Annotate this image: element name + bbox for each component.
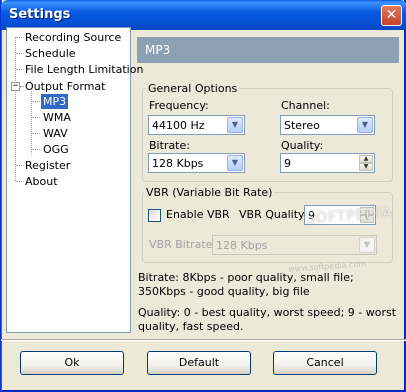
vbr-bitrate-select: 128 Kbps ▼ [212,235,377,255]
tree-line [15,37,16,181]
frequency-value: 44100 Hz [152,119,205,132]
close-icon: ✕ [385,7,398,23]
chevron-down-icon[interactable]: ▼ [227,155,243,171]
tree-item-wav[interactable]: WAV [43,126,68,141]
vbr-bitrate-label: VBR Bitrate: [149,238,217,251]
tree-line [16,69,24,70]
tree-item-register[interactable]: Register [25,158,70,173]
quality-info-text: Quality: 0 - best quality, worst speed; … [138,306,397,333]
chevron-down-icon[interactable]: ▼ [357,117,373,133]
bitrate-label: Bitrate: [149,139,190,152]
tree-line [16,181,24,182]
window-title: Settings [9,7,71,22]
tree-item-output-format[interactable]: Output Format [25,79,105,94]
tree-line [16,165,24,166]
quality-label: Quality: [281,139,324,152]
quality-spinner[interactable]: 9 ▲ ▼ [280,153,375,173]
tree-line [32,117,40,118]
tree-line [32,133,40,134]
tree-item-schedule[interactable]: Schedule [25,46,76,61]
bitrate-value: 128 Kbps [152,157,204,170]
frequency-label: Frequency: [149,99,209,112]
chevron-down-icon: ▼ [359,237,375,253]
tree-item-recording-source[interactable]: Recording Source [25,30,121,45]
title-bar[interactable]: Settings ✕ [1,0,406,30]
panel-title: MP3 [145,43,171,57]
vbr-legend: VBR (Variable Bit Rate) [144,186,275,199]
quality-value: 9 [284,157,291,170]
general-options-legend: General Options [146,82,240,95]
channel-select[interactable]: Stereo ▼ [280,115,375,135]
tree-item-about[interactable]: About [25,174,58,189]
panel-header: MP3 [137,37,399,63]
settings-tree[interactable]: Recording Source Schedule File Length Li… [6,27,143,333]
bitrate-info-text: Bitrate: 8Kbps - poor quality, small fil… [138,271,354,298]
channel-label: Channel: [281,99,330,112]
close-button[interactable]: ✕ [381,5,402,26]
enable-vbr-checkbox[interactable] [148,209,161,222]
spin-up-icon[interactable]: ▲ [359,155,373,163]
bitrate-select[interactable]: 128 Kbps ▼ [148,153,245,173]
enable-vbr-label[interactable]: Enable VBR [166,208,230,221]
tree-line [16,37,24,38]
collapse-icon[interactable]: − [11,82,20,91]
settings-window: Settings ✕ Recording Source Schedule Fil… [0,0,406,392]
vbr-bitrate-value: 128 Kbps [216,239,268,252]
chevron-down-icon[interactable]: ▼ [227,117,243,133]
tree-item-file-length-limitation[interactable]: File Length Limitation [25,62,143,77]
channel-value: Stereo [284,119,320,132]
divider [1,340,406,341]
tree-line [32,101,40,102]
tree-item-ogg[interactable]: OGG [43,142,69,157]
vbr-quality-label: VBR Quality: [239,208,308,221]
ok-button[interactable]: Ok [20,351,124,375]
default-button[interactable]: Default [147,351,251,375]
tree-item-mp3[interactable]: MP3 [41,94,69,109]
cancel-button[interactable]: Cancel [273,351,377,375]
frequency-select[interactable]: 44100 Hz ▼ [148,115,245,135]
tree-line [16,53,24,54]
tree-line [32,149,40,150]
tree-item-wma[interactable]: WMA [43,110,71,125]
spin-down-icon[interactable]: ▼ [359,163,373,171]
tree-line [20,86,24,87]
